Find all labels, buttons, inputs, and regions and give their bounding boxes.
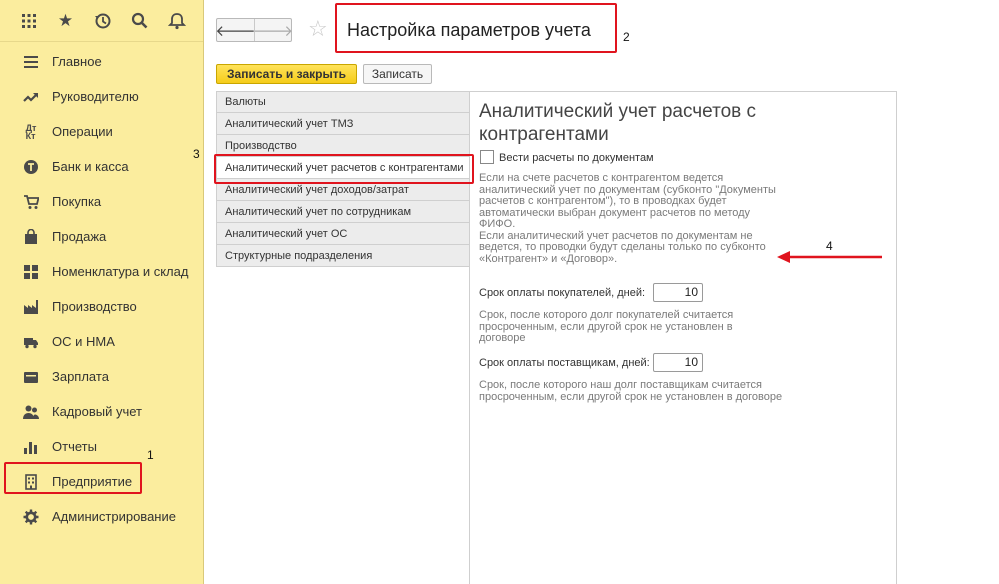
sidebar-item-label: Зарплата [52,369,109,384]
annotation-arrow-icon [777,251,882,263]
settings-panel: Аналитический учет расчетов с контрагент… [469,91,897,584]
factory-icon [22,298,40,316]
sidebar-item-hr[interactable]: Кадровый учет [0,394,203,429]
favorite-star-icon[interactable]: ☆ [308,16,328,42]
sidebar: ★ Главное Руководителю Дт Кт Операции Ба… [0,0,204,584]
section-fixed-assets[interactable]: Аналитический учет ОС [216,223,470,245]
hint-line: «Контрагент» и «Договор». [479,252,618,265]
section-employees[interactable]: Аналитический учет по сотрудникам [216,201,470,223]
customer-term-hint: Срок, после которого долг покупателей сч… [479,309,734,345]
star-icon[interactable]: ★ [47,0,84,42]
hint-line: автоматически выбран документ расчетов п… [479,206,751,219]
supplier-term-input[interactable]: 10 [653,353,703,372]
section-currencies[interactable]: Валюты [216,91,470,113]
sidebar-item-label: Операции [52,124,113,139]
section-departments[interactable]: Структурные подразделения [216,245,470,267]
sidebar-item-fixed-assets[interactable]: ОС и НМА [0,324,203,359]
documents-settlement-checkbox[interactable] [480,150,494,164]
sidebar-item-operations[interactable]: Дт Кт Операции [0,114,203,149]
save-button[interactable]: Записать [363,64,432,84]
supplier-term-label: Срок оплаты поставщикам, дней: [479,357,650,369]
sidebar-item-label: Администрирование [52,509,176,524]
sidebar-item-label: Продажа [52,229,107,244]
hint-line: договоре [479,332,526,344]
hint-line: просроченным, если другой срок не устано… [479,390,783,403]
coin-icon [22,158,40,176]
history-icon[interactable] [84,0,121,42]
hint-line: ведется, то проводки будут сделаны тольк… [479,241,766,253]
forward-button[interactable]: 🡒 [253,19,293,41]
sidebar-item-sales[interactable]: Продажа [0,219,203,254]
sidebar-item-admin[interactable]: Администрирование [0,499,203,534]
panel-title: Аналитический учет расчетов с контрагент… [479,101,757,145]
sidebar-item-production[interactable]: Производство [0,289,203,324]
sidebar-item-label: Отчеты [52,439,97,454]
annotation-number-3: 3 [193,147,200,161]
sidebar-item-label: Производство [52,299,137,314]
annotation-box-enterprise [4,462,142,494]
gear-icon [22,508,40,526]
sidebar-item-label: Банк и касса [52,159,129,174]
bag-icon [22,228,40,246]
sidebar-item-label: Руководителю [52,89,139,104]
customer-term-input[interactable]: 10 [653,283,703,302]
sidebar-item-label: Кадровый учет [52,404,142,419]
cart-icon [22,193,40,211]
hint-line: Если на счете расчетов с контрагентом ве… [479,172,724,184]
supplier-term-hint: Срок, после которого наш долг поставщика… [479,379,783,403]
menu-icon [22,53,40,71]
history-nav: 🡐 🡒 [215,18,293,42]
hint-line: Срок, после которого наш долг поставщика… [479,379,762,391]
hint-line: Срок, после которого долг покупателей сч… [479,309,734,321]
sidebar-item-label: Номенклатура и склад [52,264,189,279]
sidebar-item-salary[interactable]: Зарплата [0,359,203,394]
hint-line: расчетов с контрагентом"), то в проводка… [479,195,727,207]
checkbox-label: Вести расчеты по документам [499,152,654,164]
annotation-box-title [335,3,617,53]
save-and-close-button[interactable]: Записать и закрыть [216,64,357,84]
sidebar-item-label: Покупка [52,194,102,209]
sidebar-item-label: ОС и НМА [52,334,115,349]
sidebar-item-warehouse[interactable]: Номенклатура и склад [0,254,203,289]
dt-kt-icon: Дт Кт [25,122,37,141]
annotation-number-1: 1 [147,448,154,462]
sidebar-item-manager[interactable]: Руководителю [0,79,203,114]
grid-icon[interactable] [10,0,47,42]
sidebar-item-purchase[interactable]: Покупка [0,184,203,219]
warehouse-icon [22,263,40,281]
bell-icon[interactable] [158,0,195,42]
hint-line: ФИФО. [479,218,516,230]
wallet-icon [22,368,40,386]
section-nav: Главное Руководителю Дт Кт Операции Банк … [0,44,203,534]
customer-term-label: Срок оплаты покупателей, дней: [479,287,646,299]
chart-icon [22,438,40,456]
sidebar-top-toolbar: ★ [0,0,203,42]
settlement-hint: Если на счете расчетов с контрагентом ве… [479,172,776,265]
sidebar-item-reports[interactable]: Отчеты [0,429,203,464]
back-button[interactable]: 🡐 [215,19,255,41]
annotation-box-section [214,154,474,184]
trend-icon [22,88,40,106]
sidebar-item-bank[interactable]: Банк и касса [0,149,203,184]
search-icon[interactable] [121,0,158,42]
sidebar-item-label: Главное [52,54,102,69]
sidebar-item-main[interactable]: Главное [0,44,203,79]
annotation-number-2: 2 [623,30,630,44]
people-icon [22,403,40,421]
section-inventory-analytics[interactable]: Аналитический учет ТМЗ [216,113,470,135]
truck-icon [22,333,40,351]
